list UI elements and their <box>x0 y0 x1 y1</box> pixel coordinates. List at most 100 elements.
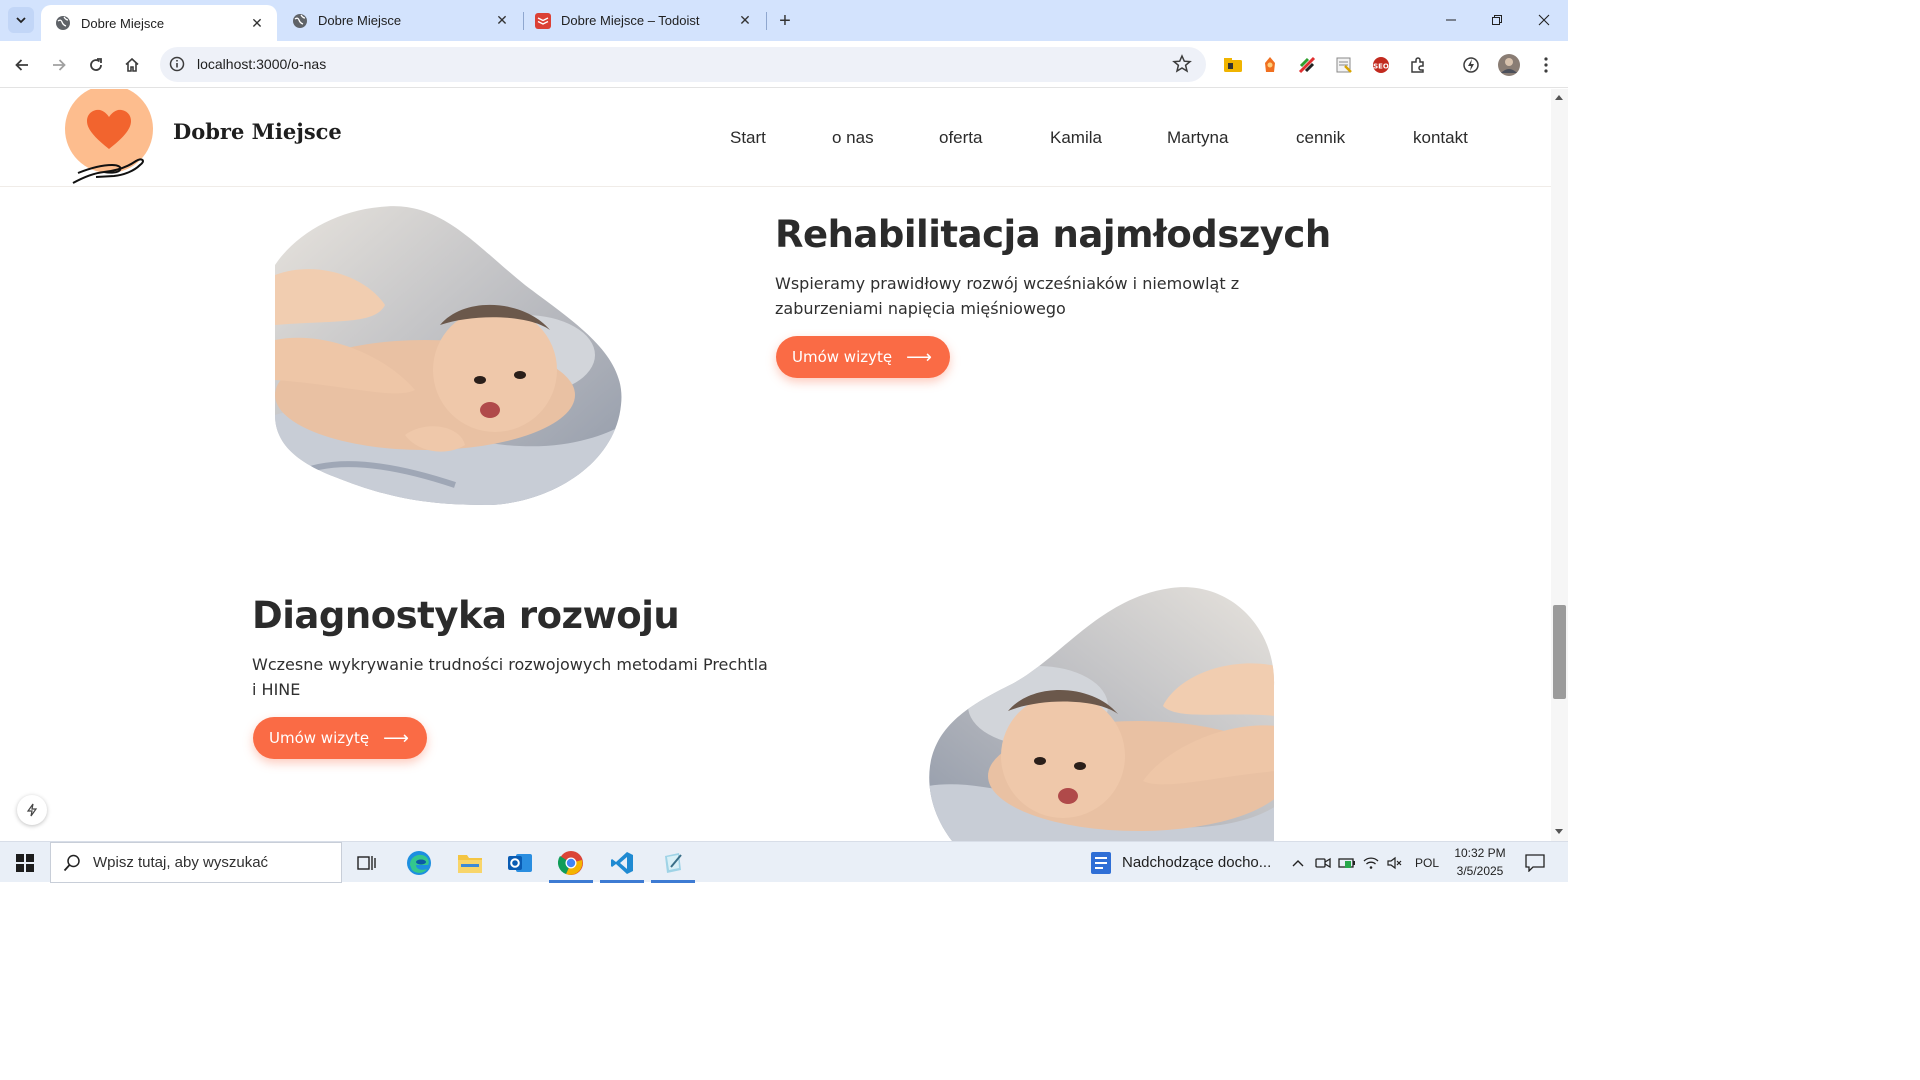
wifi-icon[interactable] <box>1361 842 1381 883</box>
extension-seo-icon[interactable]: SEO <box>1371 55 1391 75</box>
extension-color-icon[interactable] <box>1297 55 1317 75</box>
minimize-button[interactable] <box>1428 0 1474 40</box>
tab-search-button[interactable] <box>8 7 34 33</box>
browser-menu-icon[interactable] <box>1536 55 1556 75</box>
language-indicator[interactable]: POL <box>1410 842 1444 883</box>
battery-icon[interactable] <box>1337 842 1357 883</box>
lightning-icon <box>26 803 38 817</box>
tab-close-icon[interactable]: ✕ <box>494 12 510 29</box>
back-button[interactable] <box>7 50 37 80</box>
devtools-quick-button[interactable] <box>17 795 47 825</box>
todoist-icon <box>535 12 551 29</box>
button-label: Umów wizytę <box>269 729 370 747</box>
book-visit-button[interactable]: Umów wizytę ⟶ <box>253 717 427 759</box>
arrow-right-icon <box>53 59 66 71</box>
heart-hand-logo[interactable] <box>64 89 156 189</box>
performance-icon[interactable] <box>1461 55 1481 75</box>
extension-notes-icon[interactable] <box>1334 55 1354 75</box>
tray-overflow-chevron-icon[interactable] <box>1289 842 1307 883</box>
browser-tab-3[interactable]: Dobre Miejsce – Todoist ✕ <box>521 0 765 41</box>
tab-close-icon[interactable]: ✕ <box>249 15 265 31</box>
browser-tabstrip: Dobre Miejsce ✕ Dobre Miejsce ✕ Dobre Mi… <box>0 0 1568 41</box>
site-brand[interactable]: Dobre Miejsce <box>173 119 342 144</box>
page-scrollbar[interactable] <box>1551 89 1568 841</box>
nav-link-kontakt[interactable]: kontakt <box>1413 128 1468 148</box>
baby-massage-photo <box>929 587 1275 841</box>
svg-text:SEO: SEO <box>1373 63 1389 71</box>
extension-folder-icon[interactable] <box>1223 55 1243 75</box>
nav-link-martyna[interactable]: Martyna <box>1167 128 1228 148</box>
taskbar-file-explorer[interactable] <box>446 842 494 883</box>
forward-button[interactable] <box>44 50 74 80</box>
minimize-icon <box>1446 19 1456 21</box>
search-icon <box>63 854 80 871</box>
tab-title: Dobre Miejsce – Todoist <box>561 13 700 28</box>
widget-text: Nadchodzące docho... <box>1122 854 1272 871</box>
notifications-icon[interactable] <box>1520 842 1550 883</box>
meet-now-icon[interactable] <box>1313 842 1333 883</box>
restore-icon <box>1492 15 1502 25</box>
section-title: Diagnostyka rozwoju <box>252 594 680 637</box>
notepad-icon <box>665 852 682 873</box>
browser-tab-2[interactable]: Dobre Miejsce ✕ <box>278 0 522 41</box>
button-label: Umów wizytę <box>792 348 893 366</box>
nav-link-start[interactable]: Start <box>730 128 766 148</box>
new-tab-button[interactable]: + <box>772 8 798 34</box>
task-view-icon <box>357 855 376 870</box>
outlook-icon <box>508 853 532 872</box>
extensions-puzzle-icon[interactable] <box>1408 55 1428 75</box>
clock-time: 10:32 PM <box>1454 846 1506 860</box>
home-button[interactable] <box>117 50 147 80</box>
nav-link-kamila[interactable]: Kamila <box>1050 128 1102 148</box>
restore-button[interactable] <box>1474 0 1520 40</box>
book-visit-button[interactable]: Umów wizytę ⟶ <box>776 336 950 378</box>
taskbar-news-widget[interactable]: Nadchodzące docho... <box>1090 842 1276 883</box>
browser-tab-1[interactable]: Dobre Miejsce ✕ <box>41 5 277 41</box>
windows-taskbar: Wpisz tutaj, aby wyszukać Nadchodzące do… <box>0 841 1568 883</box>
chrome-icon <box>558 850 583 875</box>
extension-fox-icon[interactable] <box>1260 55 1280 75</box>
task-view-button[interactable] <box>343 842 391 883</box>
globe-icon <box>293 13 307 28</box>
site-info-icon[interactable] <box>168 55 186 73</box>
scroll-down-arrow-icon[interactable] <box>1555 829 1563 834</box>
arrow-right-icon: ⟶ <box>383 727 409 749</box>
nav-link-o-nas[interactable]: o nas <box>832 128 874 148</box>
taskbar-edge[interactable] <box>395 842 443 883</box>
nav-link-cennik[interactable]: cennik <box>1296 128 1345 148</box>
site-header: Dobre Miejsce Start o nas oferta Kamila … <box>0 89 1551 187</box>
arrow-right-icon: ⟶ <box>906 346 932 368</box>
reload-button[interactable] <box>81 50 111 80</box>
tab-title: Dobre Miejsce <box>318 13 402 28</box>
vscode-icon <box>611 851 633 874</box>
taskbar-search-box[interactable]: Wpisz tutaj, aby wyszukać <box>50 842 342 883</box>
section-title: Rehabilitacja najmłodszych <box>775 213 1331 256</box>
url-text[interactable]: localhost:3000/o-nas <box>197 56 326 72</box>
taskbar-clock[interactable]: 10:32 PM 3/5/2025 <box>1452 844 1508 880</box>
bookmark-star-icon[interactable] <box>1172 54 1192 74</box>
close-icon <box>1538 14 1550 26</box>
home-icon <box>125 57 139 72</box>
taskbar-outlook[interactable] <box>496 842 544 883</box>
taskbar-vscode[interactable] <box>598 842 646 883</box>
profile-avatar[interactable] <box>1497 53 1521 77</box>
globe-icon <box>56 16 70 30</box>
volume-muted-icon[interactable] <box>1385 842 1405 883</box>
windows-logo-icon <box>16 853 34 872</box>
browser-toolbar: localhost:3000/o-nas SEO <box>0 41 1568 88</box>
tab-separator <box>766 12 767 30</box>
scrollbar-thumb[interactable] <box>1553 605 1566 699</box>
tab-close-icon[interactable]: ✕ <box>737 12 753 29</box>
chevron-down-icon <box>16 17 26 24</box>
taskbar-app[interactable] <box>649 842 697 883</box>
nav-link-oferta[interactable]: oferta <box>939 128 982 148</box>
arrow-left-icon <box>15 59 28 71</box>
baby-massage-photo <box>275 206 622 505</box>
taskbar-chrome[interactable] <box>547 842 595 883</box>
section-text: Wspieramy prawidłowy rozwój wcześniaków … <box>775 274 1240 318</box>
start-button[interactable] <box>0 842 50 883</box>
close-window-button[interactable] <box>1521 0 1567 40</box>
tab-title: Dobre Miejsce <box>81 15 165 31</box>
address-bar[interactable]: localhost:3000/o-nas <box>160 47 1206 82</box>
scroll-up-arrow-icon[interactable] <box>1555 95 1563 100</box>
